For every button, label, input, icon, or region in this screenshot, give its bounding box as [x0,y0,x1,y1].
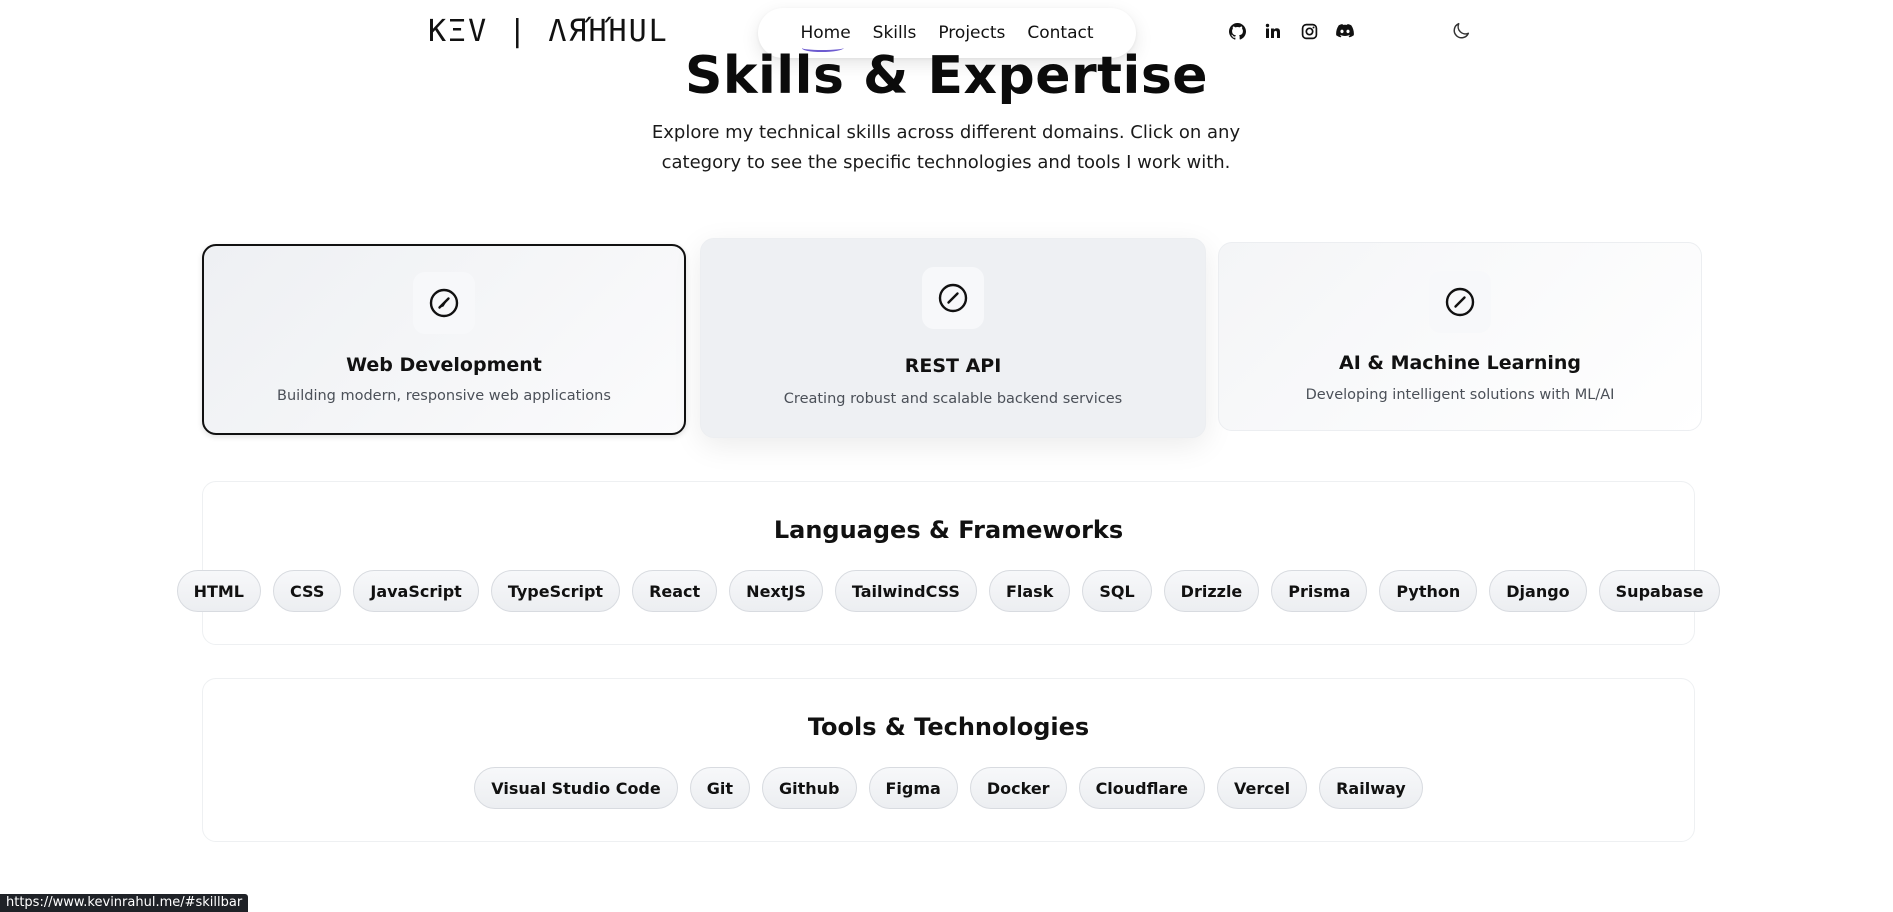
skill-chip[interactable]: SQL [1082,570,1152,612]
compass-icon [1429,271,1491,333]
skill-chip[interactable]: HTML [176,570,261,612]
tool-chip[interactable]: Docker [969,767,1067,809]
tool-chip[interactable]: Git [689,767,750,809]
panel-title: Tools & Technologies [807,713,1090,741]
skill-chip[interactable]: CSS [272,570,342,612]
page-title: Skills & Expertise [684,46,1209,106]
compass-icon [922,267,984,329]
github-icon[interactable] [1226,20,1248,42]
tool-chip[interactable]: Github [762,767,857,809]
category-card-web-development[interactable]: Web Development Building modern, respons… [202,244,686,435]
category-description: Creating robust and scalable backend ser… [783,391,1123,407]
category-title: AI & Machine Learning [1339,352,1581,374]
tool-chip[interactable]: Vercel [1217,767,1308,809]
category-card-rest-api[interactable]: REST API Creating robust and scalable ba… [700,238,1206,438]
skill-chip[interactable]: JavaScript [353,570,479,612]
tools-technologies-panel: Tools & Technologies Visual Studio Code … [202,678,1695,842]
tool-chip-list: Visual Studio Code Git Github Figma Dock… [203,767,1694,809]
category-description: Developing intelligent solutions with ML… [1305,387,1615,403]
linkedin-icon[interactable] [1262,20,1284,42]
nav-projects[interactable]: Projects [938,23,1005,43]
languages-frameworks-panel: Languages & Frameworks HTML CSS JavaScri… [176,481,1721,645]
category-title: REST API [904,355,1002,377]
nav-home[interactable]: Home [800,23,850,43]
page-subtitle: Explore my technical skills across diffe… [651,122,1241,173]
skill-chip[interactable]: TypeScript [490,570,621,612]
category-description: Building modern, responsive web applicat… [277,388,611,404]
discord-icon[interactable] [1334,20,1356,42]
skill-chip[interactable]: Django [1489,570,1587,612]
tool-chip[interactable]: Cloudflare [1078,767,1206,809]
nav-contact[interactable]: Contact [1027,23,1093,43]
tool-chip[interactable]: Visual Studio Code [474,767,678,809]
skill-chip[interactable]: Python [1379,570,1478,612]
skill-chip[interactable]: TailwindCSS [834,570,977,612]
panel-title: Languages & Frameworks [773,516,1124,544]
link-status-bar: https://www.kevinrahul.me/#skillbar [0,894,249,912]
nav-skills[interactable]: Skills [873,23,917,43]
social-links [1226,20,1356,42]
instagram-icon[interactable] [1298,20,1320,42]
skill-chip[interactable]: Prisma [1271,570,1368,612]
category-title: Web Development [346,354,542,376]
skill-chip[interactable]: NextJS [729,570,823,612]
skill-chip[interactable]: React [632,570,718,612]
moon-icon[interactable] [1450,20,1474,44]
skill-chip[interactable]: Supabase [1598,570,1721,612]
compass-icon [413,272,475,334]
tool-chip[interactable]: Railway [1319,767,1423,809]
site-logo[interactable]: ΚΞV | ΛЯΉΉUL [428,14,669,50]
tool-chip[interactable]: Figma [868,767,958,809]
skill-chip[interactable]: Flask [988,570,1071,612]
category-card-ai-machine-learning[interactable]: AI & Machine Learning Developing intelli… [1218,242,1702,431]
skill-chip[interactable]: Drizzle [1163,570,1260,612]
skill-chip-list: HTML CSS JavaScript TypeScript React Nex… [176,570,1721,612]
